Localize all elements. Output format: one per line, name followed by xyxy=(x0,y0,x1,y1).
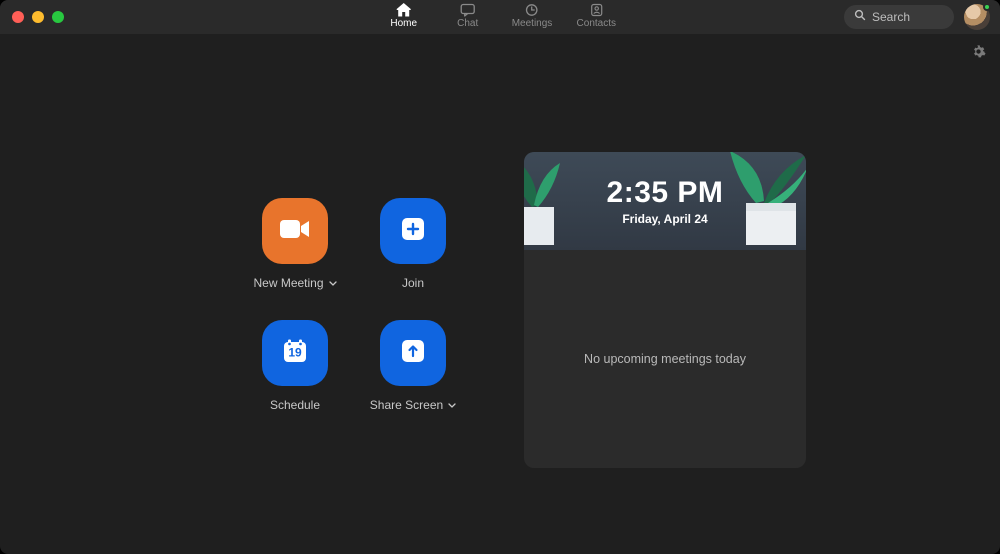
window-close[interactable] xyxy=(12,11,24,23)
titlebar: Home Chat Meetings Contacts xyxy=(0,0,1000,34)
nav-meetings[interactable]: Meetings xyxy=(512,0,553,29)
top-nav: Home Chat Meetings Contacts xyxy=(384,0,617,34)
panel-header: 2:35 PM Friday, April 24 xyxy=(524,152,806,250)
nav-label: Meetings xyxy=(512,18,553,29)
calendar-icon: 19 xyxy=(281,337,309,370)
app-window: Home Chat Meetings Contacts xyxy=(0,0,1000,554)
calendar-day-number: 19 xyxy=(288,345,302,359)
action-share-screen: Share Screen xyxy=(358,320,468,430)
join-button[interactable] xyxy=(380,198,446,264)
action-label: Share Screen xyxy=(370,398,443,412)
action-new-meeting: New Meeting xyxy=(240,198,350,308)
nav-label: Home xyxy=(390,18,417,29)
plus-icon xyxy=(400,216,426,247)
action-label: Join xyxy=(402,276,424,290)
clock-icon xyxy=(524,3,540,17)
plant-decoration-icon xyxy=(716,152,806,250)
action-label: Schedule xyxy=(270,398,320,412)
nav-label: Contacts xyxy=(577,18,616,29)
panel-body: No upcoming meetings today xyxy=(524,250,806,468)
nav-home[interactable]: Home xyxy=(384,0,424,29)
action-label-row[interactable]: Schedule xyxy=(270,398,320,412)
action-label-row[interactable]: New Meeting xyxy=(253,276,336,290)
chevron-down-icon xyxy=(448,398,456,412)
window-maximize[interactable] xyxy=(52,11,64,23)
action-join: Join xyxy=(358,198,468,308)
calendar-panel: 2:35 PM Friday, April 24 No upcoming mee… xyxy=(524,152,806,468)
panel-date: Friday, April 24 xyxy=(622,212,707,226)
search-icon xyxy=(854,8,866,26)
nav-contacts[interactable]: Contacts xyxy=(576,0,616,29)
contacts-icon xyxy=(588,3,604,17)
search-input[interactable] xyxy=(872,10,942,24)
nav-chat[interactable]: Chat xyxy=(448,0,488,29)
home-icon xyxy=(396,3,412,17)
profile-avatar[interactable] xyxy=(964,4,990,30)
action-label-row[interactable]: Share Screen xyxy=(370,398,456,412)
schedule-button[interactable]: 19 xyxy=(262,320,328,386)
chevron-down-icon xyxy=(329,276,337,290)
plant-decoration-icon xyxy=(524,152,564,250)
no-meetings-text: No upcoming meetings today xyxy=(584,352,746,366)
panel-time: 2:35 PM xyxy=(607,176,724,210)
titlebar-right xyxy=(844,0,990,34)
chat-icon xyxy=(460,3,476,17)
body: New Meeting Join xyxy=(0,34,1000,554)
share-arrow-icon xyxy=(400,338,426,369)
new-meeting-button[interactable] xyxy=(262,198,328,264)
presence-indicator xyxy=(983,3,991,11)
share-screen-button[interactable] xyxy=(380,320,446,386)
window-minimize[interactable] xyxy=(32,11,44,23)
action-schedule: 19 Schedule xyxy=(240,320,350,430)
window-controls xyxy=(12,11,64,23)
search-box[interactable] xyxy=(844,5,954,29)
nav-label: Chat xyxy=(457,18,478,29)
settings-button[interactable] xyxy=(971,44,986,64)
action-label-row[interactable]: Join xyxy=(402,276,424,290)
action-grid: New Meeting Join xyxy=(240,198,468,430)
video-icon xyxy=(279,218,311,245)
gear-icon xyxy=(971,46,986,63)
action-label: New Meeting xyxy=(253,276,323,290)
